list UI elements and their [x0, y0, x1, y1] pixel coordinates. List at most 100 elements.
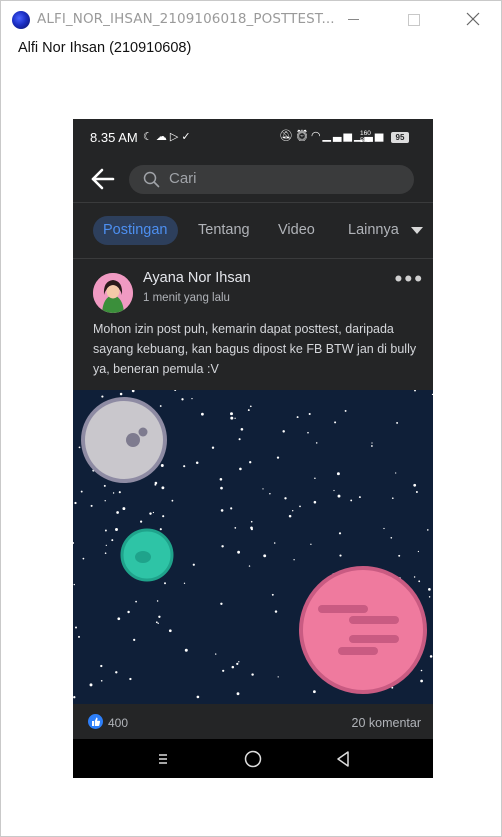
star — [426, 529, 429, 531]
star — [171, 499, 174, 502]
star — [234, 527, 237, 529]
star — [111, 539, 114, 542]
star — [135, 600, 137, 603]
star — [100, 679, 103, 682]
star — [222, 669, 225, 672]
play-icon: ▷ — [169, 130, 182, 143]
like-count[interactable]: 400 — [108, 716, 128, 730]
star — [395, 472, 397, 474]
star — [251, 673, 254, 676]
star — [299, 505, 301, 508]
star — [181, 398, 184, 401]
more-icon[interactable]: ••• — [393, 270, 424, 290]
star — [133, 638, 136, 642]
star — [129, 677, 132, 681]
star — [220, 602, 223, 605]
star — [221, 545, 224, 548]
phone-screenshot: 8.35 AM ☾☁▷✓ 🔕︎⏰︎◠▁▃▅▁▃▅ 160 B/S 95 Cari… — [73, 119, 433, 778]
star — [383, 527, 385, 530]
back-arrow-icon[interactable] — [89, 165, 117, 193]
close-icon — [466, 12, 480, 26]
mute-icon: 🔕︎ — [279, 129, 295, 142]
star — [238, 438, 241, 441]
star — [307, 431, 309, 434]
star — [211, 446, 215, 449]
star — [104, 529, 107, 532]
star — [220, 509, 224, 512]
post-image[interactable] — [73, 390, 433, 704]
android-nav-bar — [73, 739, 433, 778]
star — [231, 665, 235, 669]
caret-down-icon[interactable] — [411, 227, 423, 234]
star — [156, 600, 159, 602]
star — [282, 430, 285, 433]
star — [415, 491, 418, 493]
star — [284, 497, 287, 500]
star — [118, 491, 121, 494]
moon-icon: ☾ — [143, 130, 156, 143]
star — [80, 490, 83, 493]
like-icon[interactable] — [88, 714, 103, 729]
star — [100, 664, 103, 668]
star — [140, 520, 143, 523]
star — [116, 511, 119, 514]
avatar[interactable] — [93, 273, 133, 313]
post-text: Mohon izin post puh, kemarin dapat postt… — [93, 322, 417, 376]
star — [230, 416, 234, 420]
app-icon — [12, 11, 30, 29]
minimize-button[interactable] — [341, 7, 365, 31]
star — [157, 622, 159, 625]
window-label: Alfi Nor Ihsan (210910608) — [18, 40, 192, 56]
tab-video[interactable]: Video — [278, 216, 315, 245]
star — [428, 596, 431, 598]
star — [101, 395, 104, 398]
tab-about[interactable]: Tentang — [198, 216, 250, 245]
star — [249, 405, 252, 408]
star — [344, 409, 347, 412]
reactions-bar: 400 20 komentar — [73, 704, 433, 740]
star — [336, 472, 340, 476]
star — [215, 653, 217, 655]
recents-icon[interactable] — [153, 749, 173, 769]
comment-count[interactable]: 20 komentar — [352, 716, 421, 730]
star — [413, 483, 417, 487]
star — [337, 494, 341, 498]
star — [249, 461, 252, 464]
star — [158, 615, 161, 618]
star — [420, 679, 423, 683]
check-icon: ✓ — [181, 130, 194, 143]
battery-icon: 95 — [391, 132, 409, 143]
star — [104, 500, 106, 502]
home-icon[interactable] — [243, 749, 263, 769]
tab-more[interactable]: Lainnya — [348, 216, 399, 245]
star — [164, 582, 166, 585]
maximize-button[interactable] — [401, 7, 425, 31]
star — [370, 445, 373, 447]
star — [293, 559, 295, 561]
back-icon[interactable] — [333, 749, 353, 769]
star — [247, 409, 250, 412]
star — [371, 442, 373, 444]
star — [413, 576, 416, 578]
author-name[interactable]: Ayana Nor Ihsan — [143, 270, 251, 286]
star — [277, 676, 279, 678]
search-bar: Cari — [73, 157, 433, 203]
star — [191, 397, 193, 400]
star — [391, 497, 394, 500]
tab-posts[interactable]: Postingan — [93, 216, 178, 245]
star — [288, 514, 292, 518]
search-placeholder: Cari — [169, 170, 197, 187]
star — [155, 621, 158, 624]
star — [271, 593, 274, 596]
star — [74, 501, 77, 505]
star — [119, 392, 123, 396]
star — [314, 477, 316, 479]
star — [339, 554, 342, 557]
title-bar: ALFI_NOR_IHSAN_2109106018_POSTTEST... — [1, 1, 501, 37]
search-input[interactable]: Cari — [129, 165, 414, 194]
close-button[interactable] — [461, 7, 485, 31]
star — [273, 542, 276, 544]
star — [159, 405, 162, 407]
star — [429, 655, 433, 658]
star — [418, 580, 421, 583]
